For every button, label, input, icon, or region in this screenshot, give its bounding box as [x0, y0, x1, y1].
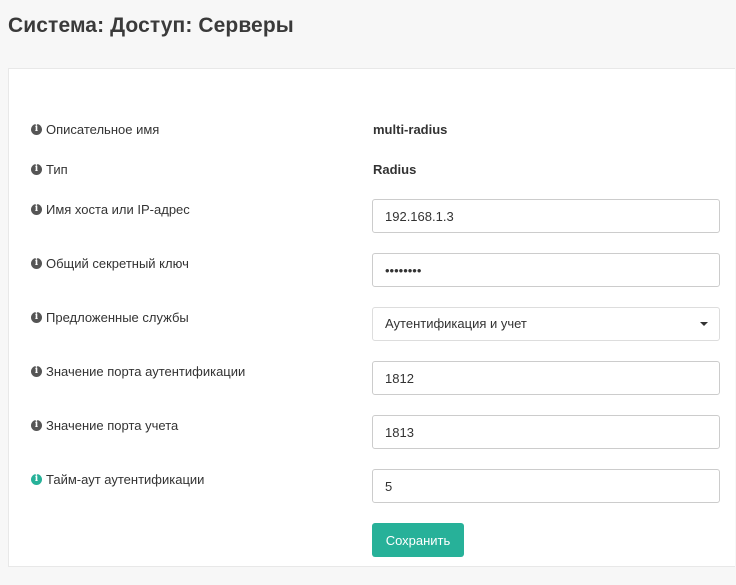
page-title: Система: Доступ: Серверы [8, 14, 294, 37]
save-button[interactable]: Сохранить [372, 523, 464, 557]
info-icon[interactable]: i [31, 124, 42, 135]
services-label: Предложенные службы [46, 310, 189, 325]
info-icon[interactable]: i [31, 420, 42, 431]
shared-secret-label: Общий секретный ключ [46, 256, 189, 271]
auth-port-input[interactable] [372, 361, 720, 395]
acct-port-input[interactable] [372, 415, 720, 449]
hostname-label: Имя хоста или IP-адрес [46, 202, 190, 217]
services-selected-value: Аутентификация и учет [385, 316, 527, 331]
acct-port-label: Значение порта учета [46, 418, 179, 433]
info-icon[interactable]: i [31, 474, 42, 485]
acct-port-label-row: i Значение порта учета [31, 418, 178, 433]
info-icon[interactable]: i [31, 204, 42, 215]
info-icon[interactable]: i [31, 258, 42, 269]
shared-secret-input[interactable] [372, 253, 720, 287]
info-icon[interactable]: i [31, 366, 42, 377]
auth-timeout-label: Тайм-аут аутентификации [46, 472, 205, 487]
auth-port-label: Значение порта аутентификации [46, 364, 246, 379]
info-icon[interactable]: i [31, 164, 42, 175]
services-label-row: i Предложенные службы [31, 310, 189, 325]
auth-port-label-row: i Значение порта аутентификации [31, 364, 245, 379]
descriptive-name-label-row: i Описательное имя [31, 122, 159, 137]
info-icon[interactable]: i [31, 312, 42, 323]
hostname-label-row: i Имя хоста или IP-адрес [31, 202, 190, 217]
auth-timeout-input[interactable] [372, 469, 720, 503]
hostname-input[interactable] [372, 199, 720, 233]
type-label-row: i Тип [31, 162, 68, 177]
type-label: Тип [46, 162, 68, 177]
caret-down-icon [700, 322, 708, 326]
services-select[interactable]: Аутентификация и учет [372, 307, 720, 341]
shared-secret-label-row: i Общий секретный ключ [31, 256, 189, 271]
descriptive-name-value: multi-radius [373, 122, 448, 137]
type-value: Radius [373, 162, 417, 177]
server-settings-panel: i Описательное имя multi-radius i Тип Ra… [8, 68, 735, 567]
descriptive-name-label: Описательное имя [46, 122, 160, 137]
auth-timeout-label-row: i Тайм-аут аутентификации [31, 472, 204, 487]
